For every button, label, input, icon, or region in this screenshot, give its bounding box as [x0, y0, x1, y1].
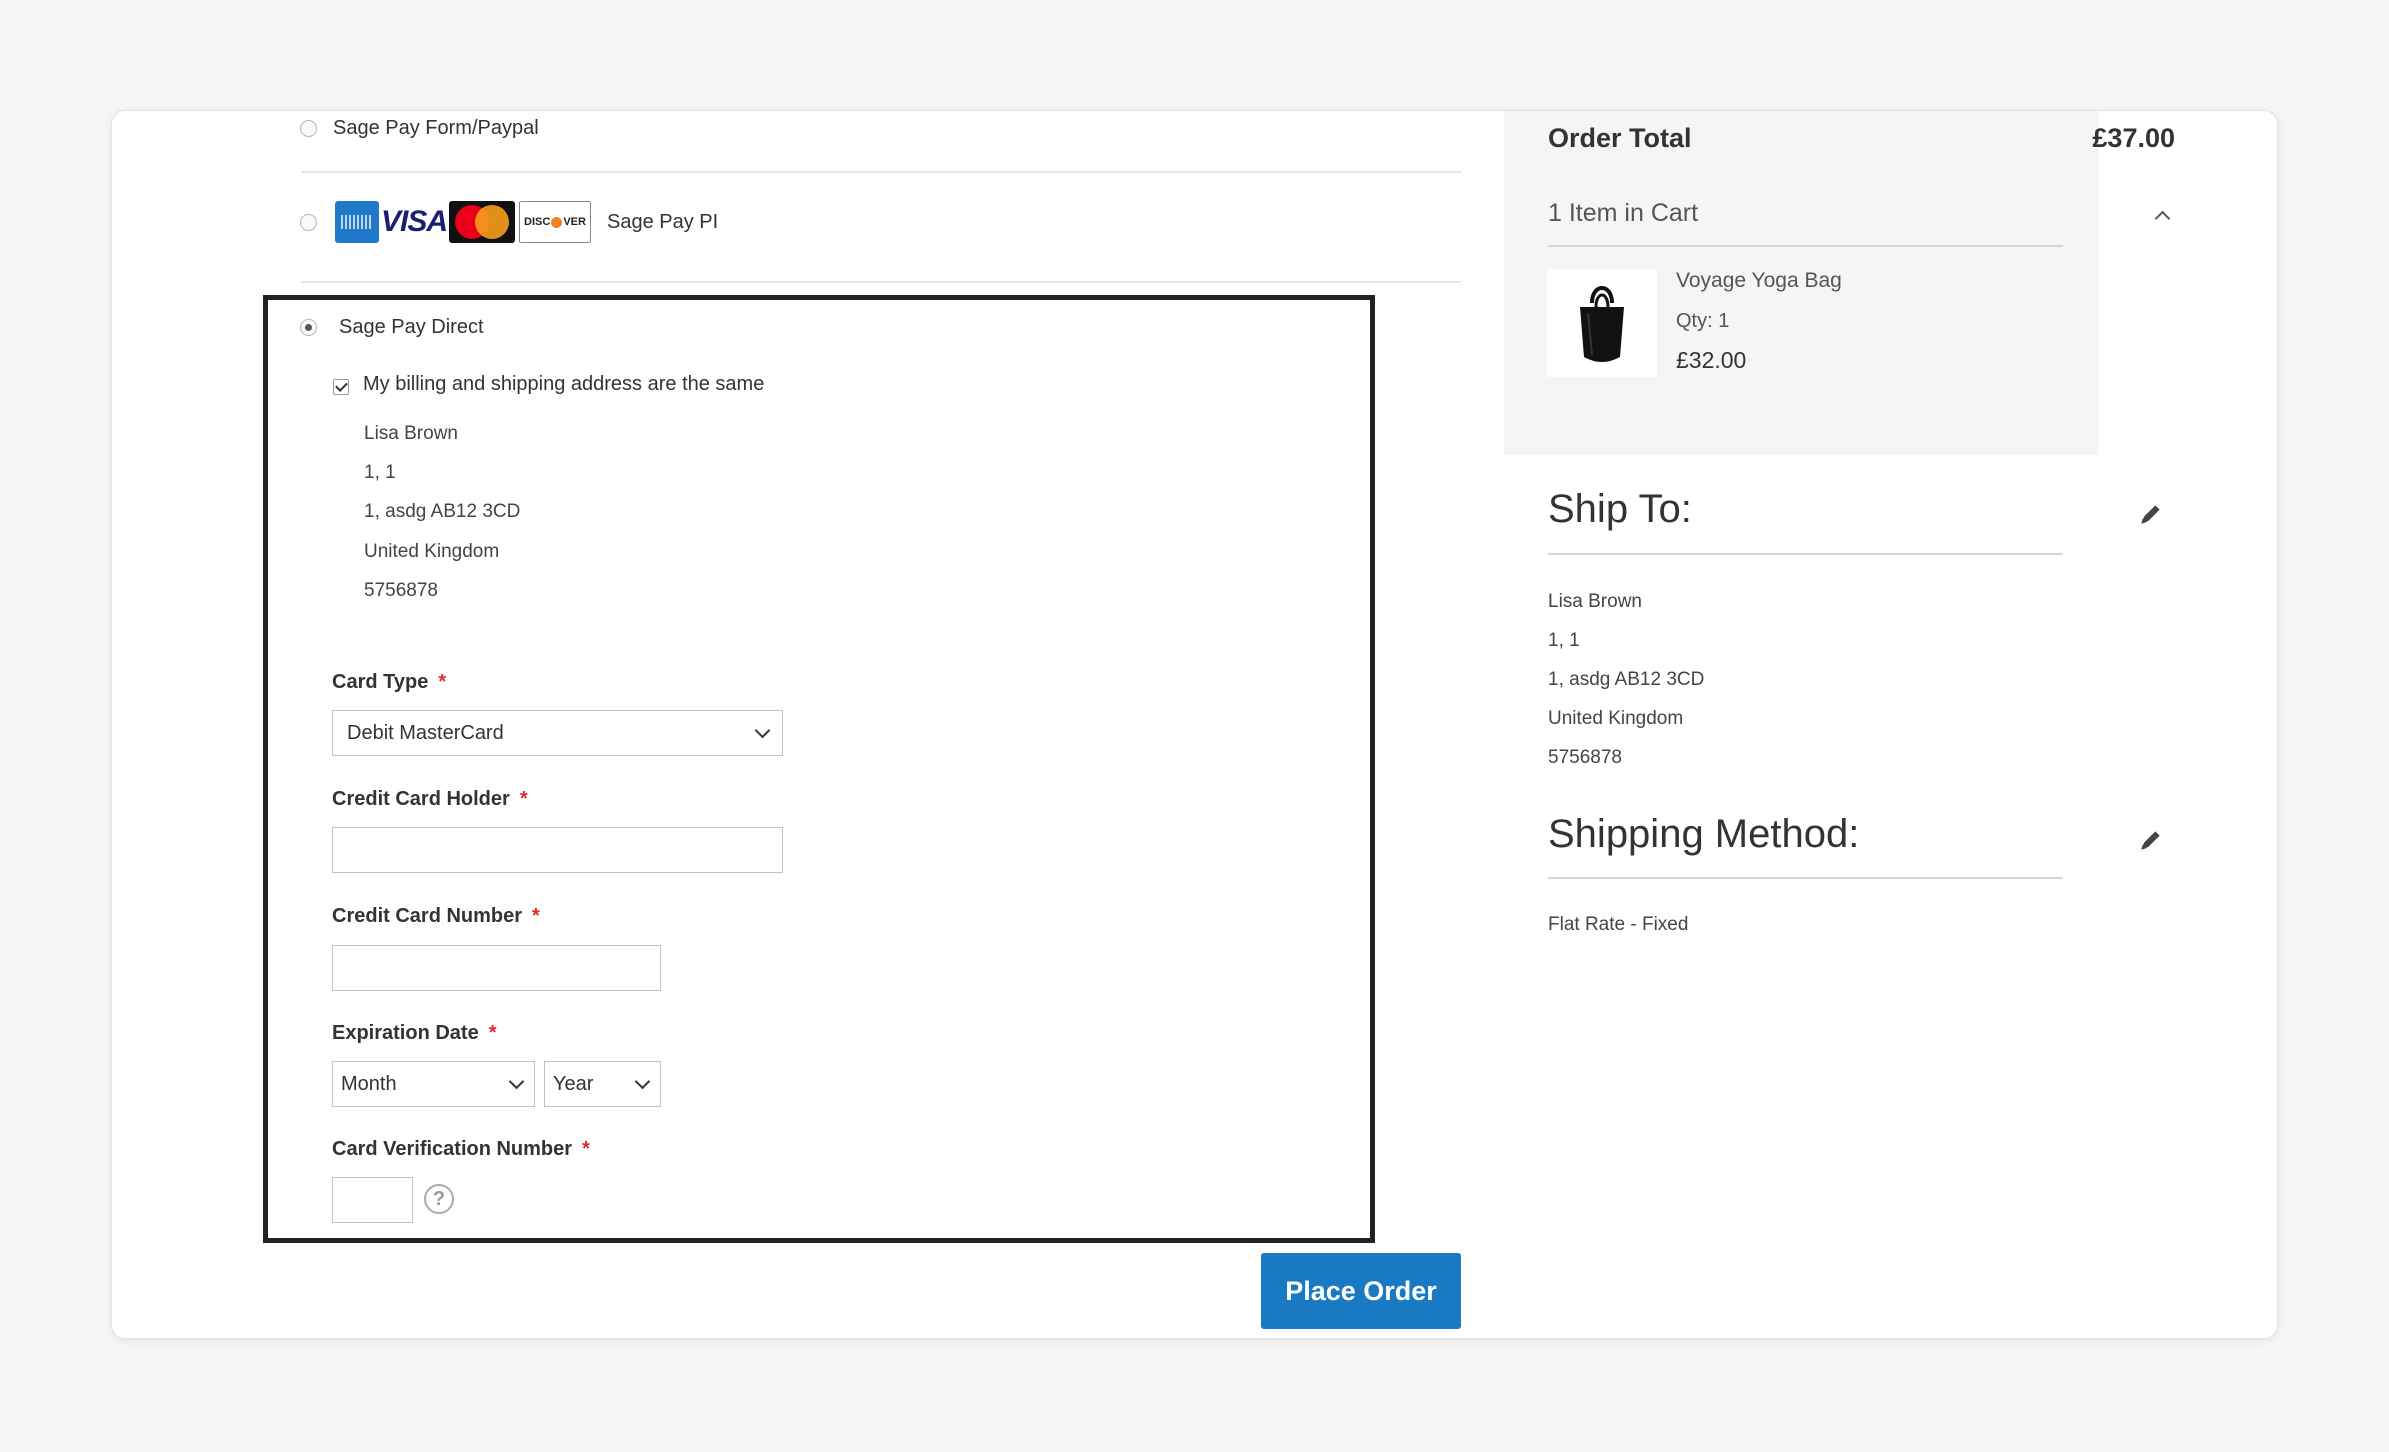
- ship-line1: 1, 1: [1548, 630, 1580, 651]
- chevron-down-icon: [634, 1073, 651, 1089]
- divider: [301, 171, 1461, 173]
- radio-form-paypal[interactable]: [300, 120, 317, 137]
- divider: [301, 281, 1461, 283]
- card-number-label: Credit Card Number *: [332, 905, 540, 927]
- chevron-down-icon: [754, 722, 771, 738]
- divider: [1548, 245, 2063, 247]
- mastercard-icon: [449, 201, 515, 243]
- billing-name: Lisa Brown: [364, 423, 458, 444]
- edit-pencil-icon[interactable]: [2138, 827, 2164, 853]
- card-holder-input[interactable]: [332, 827, 783, 873]
- card-holder-label: Credit Card Holder *: [332, 788, 528, 810]
- divider: [1548, 553, 2063, 555]
- place-order-button[interactable]: Place Order: [1261, 1253, 1461, 1329]
- chevron-up-icon[interactable]: [2154, 210, 2171, 227]
- product-qty: Qty: 1: [1676, 310, 1730, 332]
- ship-name: Lisa Brown: [1548, 591, 1642, 612]
- radio-pi[interactable]: [300, 213, 317, 231]
- product-name: Voyage Yoga Bag: [1676, 269, 1842, 292]
- cvv-label: Card Verification Number *: [332, 1138, 590, 1160]
- order-total-label: Order Total: [1548, 123, 1692, 153]
- same-address-label: My billing and shipping address are the …: [363, 373, 765, 395]
- order-total-value: £37.00: [2092, 123, 2175, 153]
- card-type-label: Card Type *: [332, 671, 447, 693]
- billing-country: United Kingdom: [364, 541, 500, 562]
- same-address-checkbox[interactable]: [333, 379, 349, 395]
- help-icon[interactable]: ?: [424, 1184, 454, 1214]
- ship-to-title: Ship To:: [1548, 487, 1692, 531]
- expiration-month-select[interactable]: Month: [332, 1061, 535, 1107]
- payment-method-form-paypal[interactable]: Sage Pay Form/Paypal: [300, 117, 539, 140]
- year-value: Year: [553, 1072, 594, 1095]
- product-price: £32.00: [1676, 347, 1747, 373]
- ship-country: United Kingdom: [1548, 708, 1684, 729]
- month-value: Month: [341, 1072, 397, 1095]
- card-type-value: Debit MasterCard: [347, 721, 504, 744]
- discover-icon: DISC VER: [519, 201, 591, 243]
- chevron-down-icon: [508, 1073, 525, 1089]
- payment-method-pi[interactable]: VISA DISC VER Sage Pay PI: [300, 201, 718, 243]
- payment-method-label: Sage Pay PI: [607, 210, 719, 233]
- ship-phone-link[interactable]: 5756878: [1548, 747, 1622, 769]
- divider: [1548, 877, 2063, 879]
- payment-method-label: Sage Pay Form/Paypal: [333, 117, 539, 139]
- radio-direct[interactable]: [300, 319, 317, 336]
- visa-icon: VISA: [380, 205, 448, 238]
- cvv-input[interactable]: [332, 1177, 413, 1223]
- card-logos: VISA DISC VER: [335, 201, 591, 243]
- items-in-cart-toggle[interactable]: 1 Item in Cart: [1548, 199, 1698, 228]
- card-number-input[interactable]: [332, 945, 661, 991]
- expiration-year-select[interactable]: Year: [544, 1061, 661, 1107]
- payment-method-direct[interactable]: Sage Pay Direct: [300, 316, 484, 339]
- billing-phone-link[interactable]: 5756878: [364, 580, 438, 602]
- bag-icon: [1580, 286, 1624, 362]
- product-thumbnail: [1547, 269, 1657, 377]
- amex-icon: [335, 201, 379, 243]
- billing-line1: 1, 1: [364, 462, 396, 483]
- billing-line2: 1, asdg AB12 3CD: [364, 501, 521, 522]
- shipping-method-value: Flat Rate - Fixed: [1548, 914, 1689, 935]
- card-type-select[interactable]: Debit MasterCard: [332, 710, 783, 756]
- edit-pencil-icon[interactable]: [2138, 501, 2164, 527]
- shipping-method-title: Shipping Method:: [1548, 812, 1860, 856]
- expiration-label: Expiration Date *: [332, 1022, 497, 1044]
- checkout-card: Sage Pay Form/Paypal VISA DISC VER Sage P…: [111, 110, 2278, 1339]
- ship-line2: 1, asdg AB12 3CD: [1548, 669, 1705, 690]
- payment-method-label: Sage Pay Direct: [339, 316, 484, 338]
